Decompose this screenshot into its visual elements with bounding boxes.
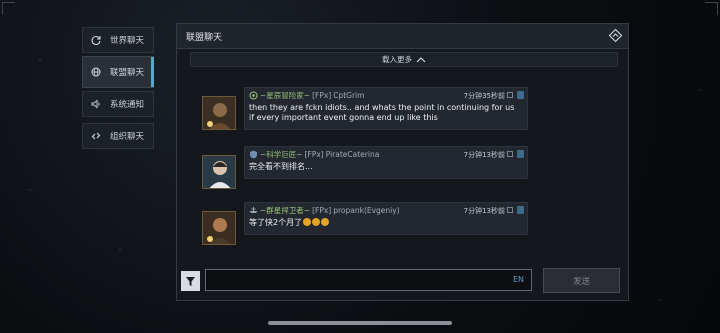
copy-icon[interactable]: [507, 207, 513, 213]
emoji-icon: [303, 218, 312, 226]
globe-icon: [91, 67, 101, 77]
copy-icon[interactable]: [507, 92, 513, 98]
alliance-tag: [FPx]: [312, 90, 332, 100]
tab-label: 系统通知: [110, 100, 145, 110]
tab-world-chat[interactable]: 世界聊天: [82, 27, 154, 53]
tab-system-notice[interactable]: 系统通知: [82, 91, 154, 117]
translate-icon[interactable]: [517, 150, 524, 158]
chat-panel: 联盟聊天 载入更多 ~星辰冒险家~ [FPx] CptGrim 7分钟35秒前 …: [176, 23, 629, 301]
avatar[interactable]: [202, 155, 236, 189]
tab-organization-chat[interactable]: 组织聊天: [82, 123, 154, 149]
avatar[interactable]: [202, 96, 236, 130]
player-name[interactable]: PirateCaterina: [326, 150, 380, 159]
refresh-globe-icon: [91, 35, 101, 45]
tab-label: 世界聊天: [110, 36, 145, 46]
emoji-icon: [321, 218, 330, 226]
chevron-up-icon: [416, 56, 426, 62]
player-name[interactable]: CptGrim: [333, 91, 364, 100]
message-bubble: ~科学巨匠~ [FPx] PirateCaterina 7分钟13秒前 完全看不…: [244, 146, 528, 179]
emoji-icon: [312, 218, 321, 226]
shield-rank-icon: [249, 150, 258, 159]
message-time: 7分钟13秒前: [463, 151, 505, 159]
tab-label: 联盟聊天: [110, 68, 145, 78]
load-more-button[interactable]: 载入更多: [190, 52, 618, 67]
tab-alliance-chat[interactable]: 联盟聊天: [82, 56, 154, 88]
filter-icon: [186, 276, 195, 286]
message-bubble: ~群星捍卫者~ [FPx] propank(Evgeniy) 7分钟13秒前 等…: [244, 202, 528, 235]
frame-corner: [2, 2, 15, 15]
message-time: 7分钟13秒前: [463, 207, 505, 215]
alliance-tag: [FPx]: [304, 149, 324, 159]
player-name[interactable]: propank(Evgeniy): [333, 206, 399, 215]
filter-button[interactable]: [181, 271, 200, 291]
message-text: then they are fckn idiots.. and whats th…: [249, 103, 515, 122]
send-button[interactable]: 发送: [543, 268, 620, 293]
link-icon: [91, 131, 101, 141]
message-bubble: ~星辰冒险家~ [FPx] CptGrim 7分钟35秒前 then they …: [244, 87, 528, 130]
translate-icon[interactable]: [517, 206, 524, 214]
ship-rank-icon: [249, 206, 258, 215]
frame-corner: [705, 2, 718, 15]
copy-icon[interactable]: [507, 151, 513, 157]
tab-label: 组织聊天: [110, 132, 145, 142]
message-text: 完全看不到排名...: [249, 162, 313, 171]
message-text: 等了快2个月了: [245, 217, 527, 234]
collapse-diamond-icon[interactable]: [608, 28, 623, 43]
load-more-label: 载入更多: [382, 55, 412, 64]
laurel-rank-icon: [249, 91, 258, 100]
translate-icon[interactable]: [517, 91, 524, 99]
player-title: ~科学巨匠~: [260, 149, 303, 159]
chat-input[interactable]: EN: [205, 269, 532, 291]
message-time: 7分钟35秒前: [463, 92, 505, 100]
message-text-content: 等了快2个月了: [249, 218, 303, 227]
player-title: ~群星捍卫者~: [260, 205, 311, 215]
home-indicator[interactable]: [268, 321, 452, 325]
avatar[interactable]: [202, 211, 236, 245]
alliance-tag: [FPx]: [312, 205, 332, 215]
speaker-icon: [91, 99, 101, 109]
ime-indicator[interactable]: EN: [513, 275, 524, 284]
panel-header: 联盟聊天: [177, 24, 628, 49]
player-title: ~星辰冒险家~: [260, 90, 311, 100]
panel-title: 联盟聊天: [186, 32, 223, 43]
